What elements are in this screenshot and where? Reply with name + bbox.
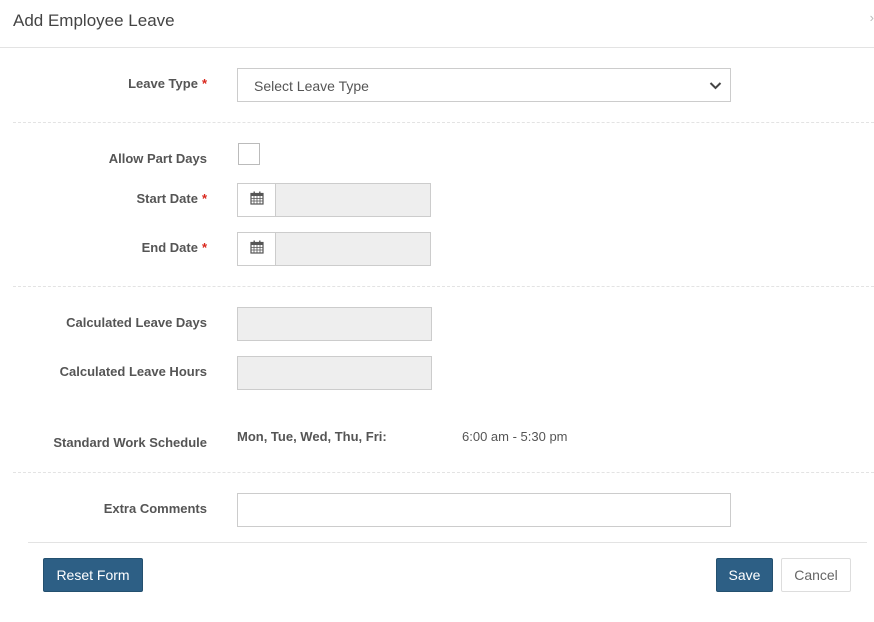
calendar-icon bbox=[249, 191, 264, 210]
start-date-input[interactable] bbox=[275, 183, 431, 217]
reset-form-button[interactable]: Reset Form bbox=[43, 558, 143, 592]
section-divider bbox=[13, 472, 874, 473]
calculated-leave-hours-label: Calculated Leave Hours bbox=[0, 364, 207, 379]
calculated-leave-hours-input bbox=[237, 356, 432, 390]
end-date-label: End Date * bbox=[0, 240, 207, 255]
leave-type-select[interactable]: Select Leave Type bbox=[237, 68, 731, 102]
add-employee-leave-panel: Add Employee Leave › Leave Type * Select … bbox=[0, 0, 874, 622]
leave-type-label-text: Leave Type bbox=[128, 76, 198, 91]
leave-type-select-value: Select Leave Type bbox=[254, 78, 369, 94]
collapse-chevron-icon[interactable]: › bbox=[870, 10, 874, 25]
extra-comments-label-text: Extra Comments bbox=[103, 501, 207, 516]
cancel-button[interactable]: Cancel bbox=[781, 558, 851, 592]
calendar-icon bbox=[249, 240, 264, 259]
required-mark: * bbox=[201, 76, 207, 91]
work-schedule-hours: 6:00 am - 5:30 pm bbox=[462, 429, 568, 444]
leave-type-label: Leave Type * bbox=[0, 76, 207, 91]
panel-header: Add Employee Leave › bbox=[0, 0, 874, 48]
end-date-input[interactable] bbox=[275, 232, 431, 266]
panel-title: Add Employee Leave bbox=[13, 11, 175, 30]
start-date-label: Start Date * bbox=[0, 191, 207, 206]
allow-part-days-checkbox[interactable] bbox=[238, 143, 260, 165]
calculated-leave-days-input bbox=[237, 307, 432, 341]
allow-part-days-label-text: Allow Part Days bbox=[108, 151, 207, 166]
end-date-label-text: End Date bbox=[141, 240, 198, 255]
save-button[interactable]: Save bbox=[716, 558, 773, 592]
start-date-calendar-button[interactable] bbox=[237, 183, 276, 217]
footer-divider bbox=[28, 542, 867, 543]
required-mark: * bbox=[201, 240, 207, 255]
start-date-label-text: Start Date bbox=[136, 191, 198, 206]
work-schedule-days: Mon, Tue, Wed, Thu, Fri: bbox=[237, 429, 387, 444]
calculated-leave-hours-label-text: Calculated Leave Hours bbox=[59, 364, 207, 379]
section-divider bbox=[13, 122, 874, 123]
extra-comments-input[interactable] bbox=[237, 493, 731, 527]
allow-part-days-label: Allow Part Days bbox=[0, 151, 207, 166]
start-date-group bbox=[237, 183, 431, 217]
section-divider bbox=[13, 286, 874, 287]
extra-comments-label: Extra Comments bbox=[0, 501, 207, 516]
calculated-leave-days-label: Calculated Leave Days bbox=[0, 315, 207, 330]
calculated-leave-days-label-text: Calculated Leave Days bbox=[66, 315, 207, 330]
standard-work-schedule-label-text: Standard Work Schedule bbox=[53, 435, 207, 450]
required-mark: * bbox=[201, 191, 207, 206]
end-date-group bbox=[237, 232, 431, 266]
end-date-calendar-button[interactable] bbox=[237, 232, 276, 266]
chevron-down-icon bbox=[709, 79, 722, 97]
standard-work-schedule-label: Standard Work Schedule bbox=[0, 435, 207, 450]
